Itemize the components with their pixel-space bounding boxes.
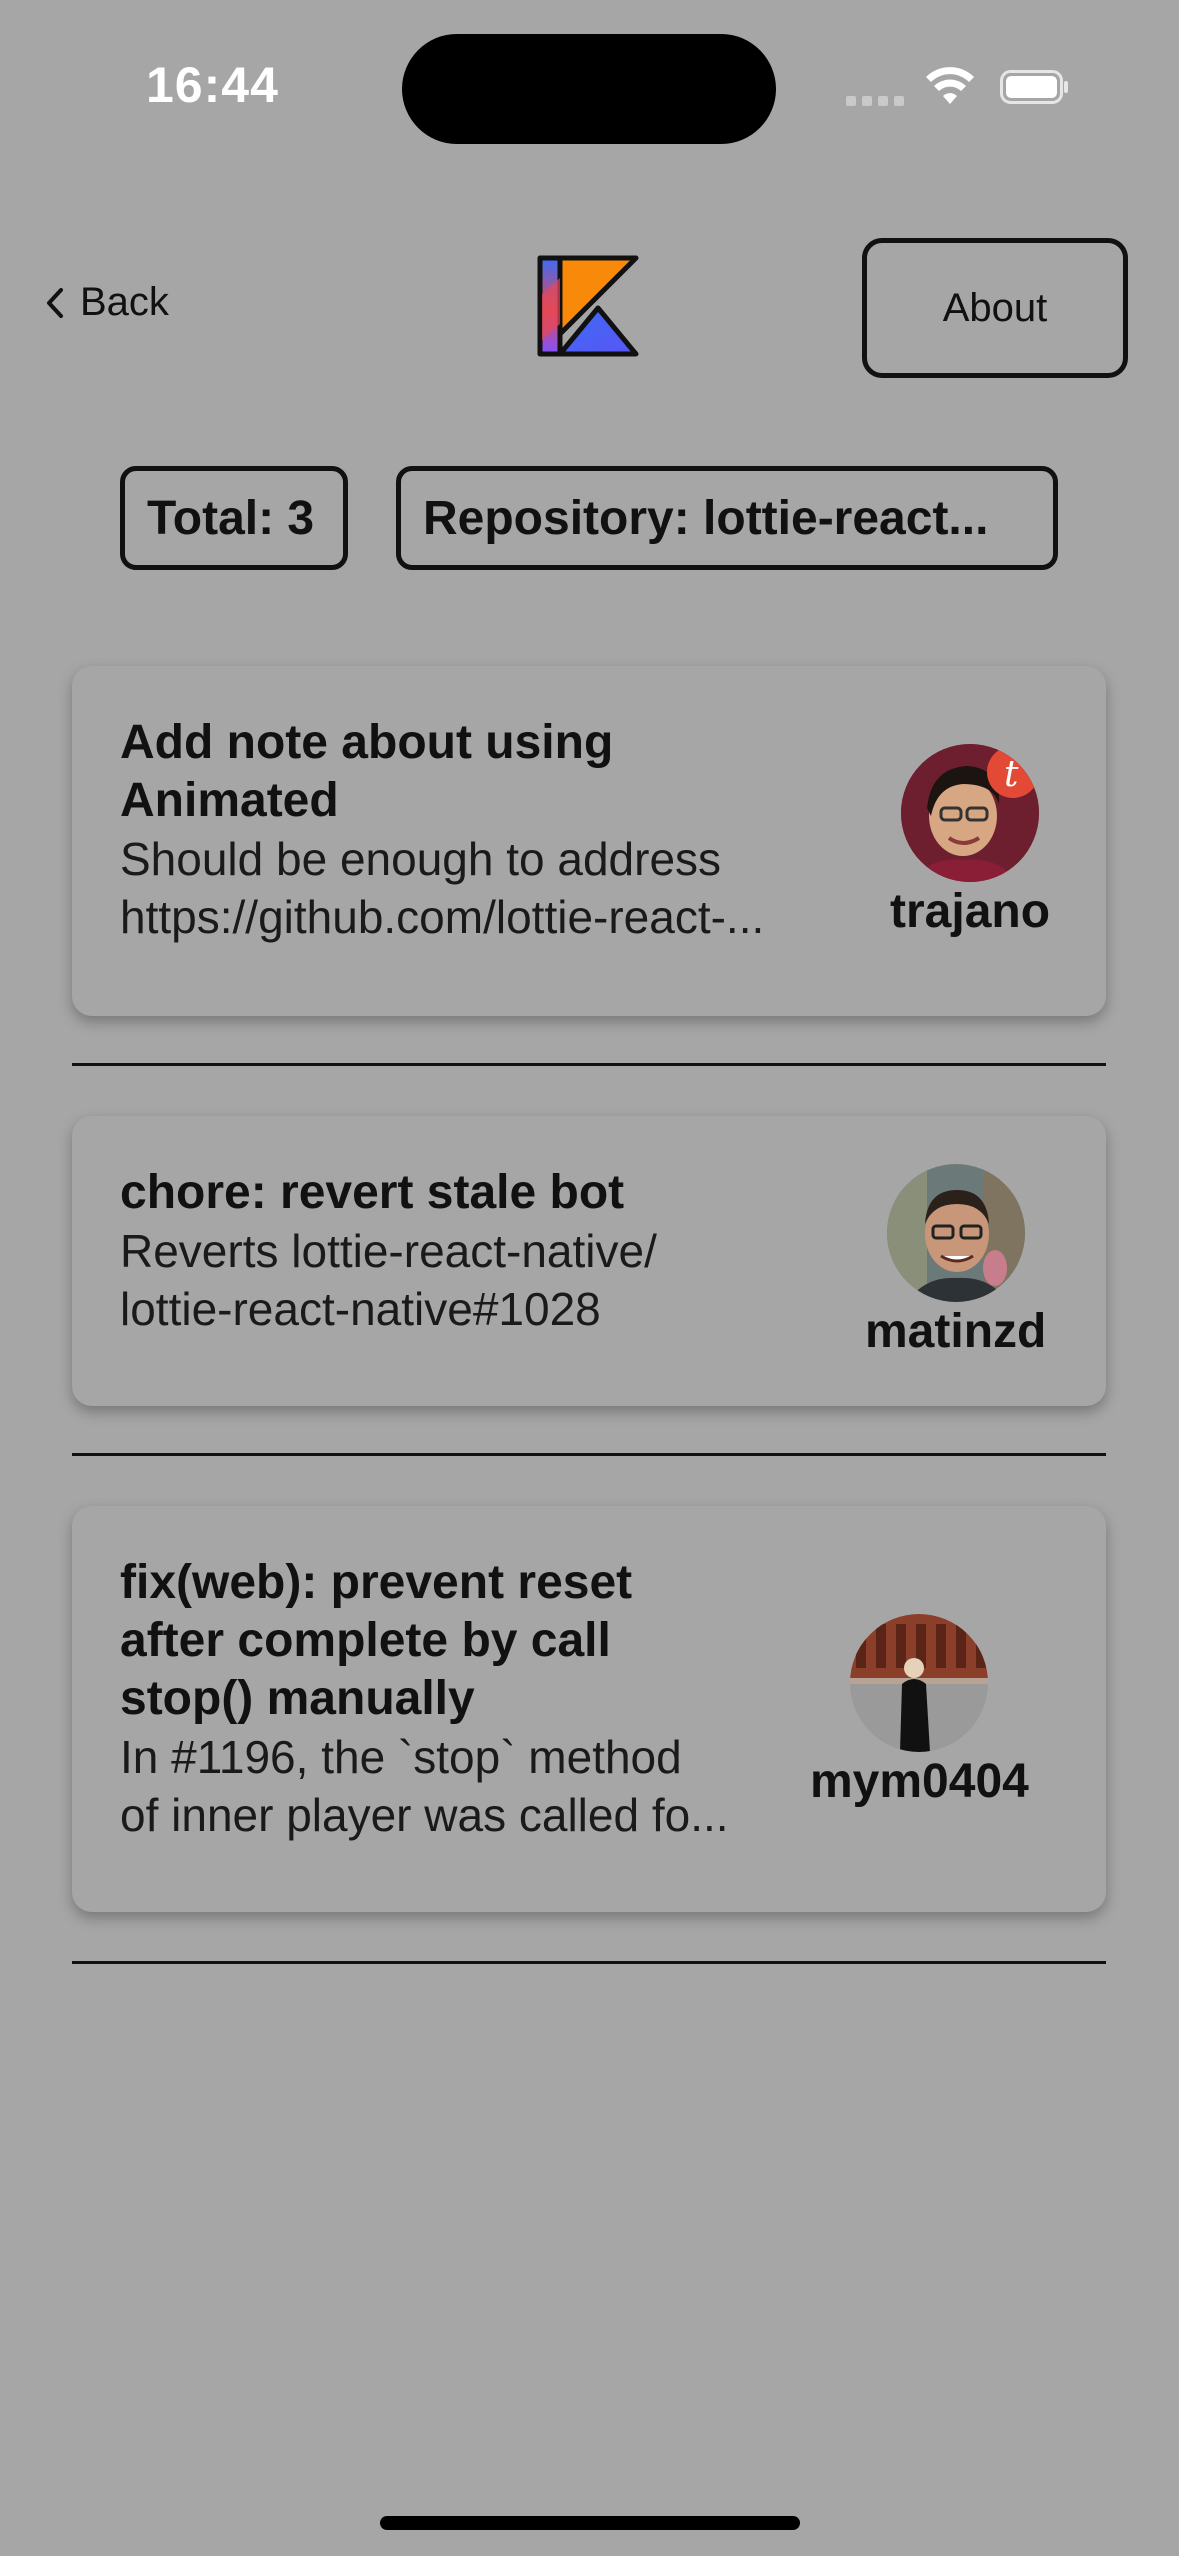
divider (72, 1961, 1106, 1964)
kotlin-logo-icon (537, 255, 639, 357)
back-button[interactable]: Back (44, 280, 169, 325)
avatar: t (901, 744, 1040, 882)
svg-text:t: t (1004, 754, 1019, 795)
pull-request-body-line: In #1196, the `stop` method (120, 1731, 682, 1783)
pull-request-body-line: https://github.com/lottie-react-... (120, 891, 765, 943)
author-name: mym0404 (810, 1755, 1029, 1808)
avatar (886, 1164, 1025, 1302)
pull-request-text: fix(web): prevent reset after complete b… (120, 1554, 800, 1844)
about-button[interactable]: About (862, 238, 1128, 378)
pull-request-body-line: Should be enough to address (120, 833, 722, 885)
author-name: trajano (890, 885, 1051, 938)
back-label: Back (80, 280, 169, 324)
avatar (850, 1614, 989, 1752)
chevron-left-icon (47, 287, 63, 318)
author: t trajano (890, 744, 1050, 939)
wifi-icon (926, 67, 974, 104)
pull-request-title: chore: revert stale bot (120, 1166, 625, 1219)
pull-request-card[interactable]: fix(web): prevent reset after complete b… (72, 1506, 1106, 1912)
navigation-bar: Back About (0, 230, 1179, 390)
divider (72, 1453, 1106, 1456)
pull-request-body-line: lottie-react-native#1028 (120, 1283, 601, 1335)
repository-badge: Repository: lottie-react... (396, 466, 1058, 570)
home-indicator[interactable] (380, 2516, 800, 2530)
author-name: matinzd (865, 1305, 1047, 1358)
author: matinzd (865, 1164, 1046, 1359)
total-count-badge: Total: 3 (120, 466, 348, 570)
dynamic-island (402, 34, 776, 144)
divider (72, 1063, 1106, 1066)
pull-request-text: Add note about using Animated Should be … (120, 714, 930, 946)
status-bar: 16:44 (0, 0, 1179, 170)
author: mym0404 (810, 1614, 1029, 1809)
cellular-signal-icon (846, 96, 904, 106)
pull-request-card[interactable]: chore: revert stale bot Reverts lottie-r… (72, 1116, 1106, 1406)
status-time: 16:44 (146, 57, 279, 113)
pull-request-body-line: Reverts lottie-react-native/ (120, 1225, 657, 1277)
pull-request-card[interactable]: Add note about using Animated Should be … (72, 666, 1106, 1016)
pull-request-title: fix(web): prevent reset after complete b… (120, 1556, 633, 1725)
pull-request-body-line: of inner player was called fo... (120, 1789, 729, 1841)
battery-icon (1000, 70, 1068, 104)
pull-request-title: Add note about using Animated (120, 716, 614, 827)
pull-request-text: chore: revert stale bot Reverts lottie-r… (120, 1164, 860, 1338)
